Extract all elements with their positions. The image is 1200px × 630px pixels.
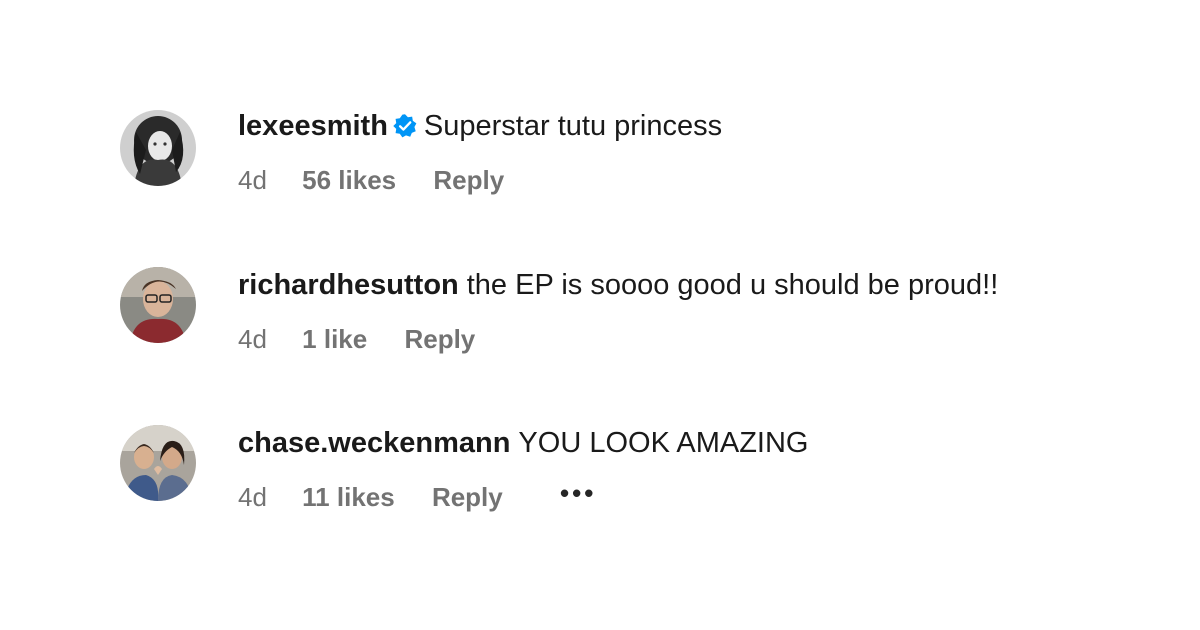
avatar[interactable] <box>120 425 196 501</box>
comment-meta: 4d 56 likes Reply <box>238 162 1160 196</box>
reply-button[interactable]: Reply <box>432 481 503 513</box>
user-avatar-icon <box>120 110 196 186</box>
comment-timestamp[interactable]: 4d <box>238 323 267 355</box>
likes-count-button[interactable]: 11 likes <box>302 481 395 513</box>
username-link[interactable]: lexeesmith <box>238 110 388 142</box>
comment-text: YOU LOOK AMAZING <box>518 427 809 459</box>
verified-badge-icon <box>393 114 417 138</box>
comment-meta: 4d 1 like Reply <box>238 321 1160 355</box>
comment-body: richardhesutton the EP is soooo good u sh… <box>238 267 1160 355</box>
more-options-icon[interactable]: ••• <box>560 477 596 509</box>
likes-count-button[interactable]: 1 like <box>302 323 367 355</box>
reply-button[interactable]: Reply <box>404 323 475 355</box>
username-link[interactable]: chase.weckenmann <box>238 427 510 459</box>
comment-line: richardhesutton the EP is soooo good u sh… <box>238 267 1160 303</box>
username-link[interactable]: richardhesutton <box>238 269 459 301</box>
comment-text: the EP is soooo good u should be proud!! <box>466 269 999 301</box>
comment-item: richardhesutton the EP is soooo good u sh… <box>120 267 1160 377</box>
comment-meta: 4d 11 likes Reply ••• <box>238 477 1160 513</box>
comment-body: lexeesmith Superstar tutu princess 4d 56… <box>238 108 1160 196</box>
comment-item: lexeesmith Superstar tutu princess 4d 56… <box>120 108 1160 218</box>
user-avatar-icon <box>120 267 196 343</box>
comment-item: chase.weckenmann YOU LOOK AMAZING 4d 11 l… <box>120 425 1160 535</box>
comment-body: chase.weckenmann YOU LOOK AMAZING 4d 11 l… <box>238 425 1160 513</box>
avatar[interactable] <box>120 110 196 186</box>
comment-line: chase.weckenmann YOU LOOK AMAZING <box>238 425 1160 461</box>
reply-button[interactable]: Reply <box>433 164 504 196</box>
comment-timestamp[interactable]: 4d <box>238 164 267 196</box>
avatar[interactable] <box>120 267 196 343</box>
comment-text: Superstar tutu princess <box>423 110 723 142</box>
comment-line: lexeesmith Superstar tutu princess <box>238 108 1160 144</box>
user-avatar-icon <box>120 425 196 501</box>
likes-count-button[interactable]: 56 likes <box>302 164 396 196</box>
comment-timestamp[interactable]: 4d <box>238 481 267 513</box>
